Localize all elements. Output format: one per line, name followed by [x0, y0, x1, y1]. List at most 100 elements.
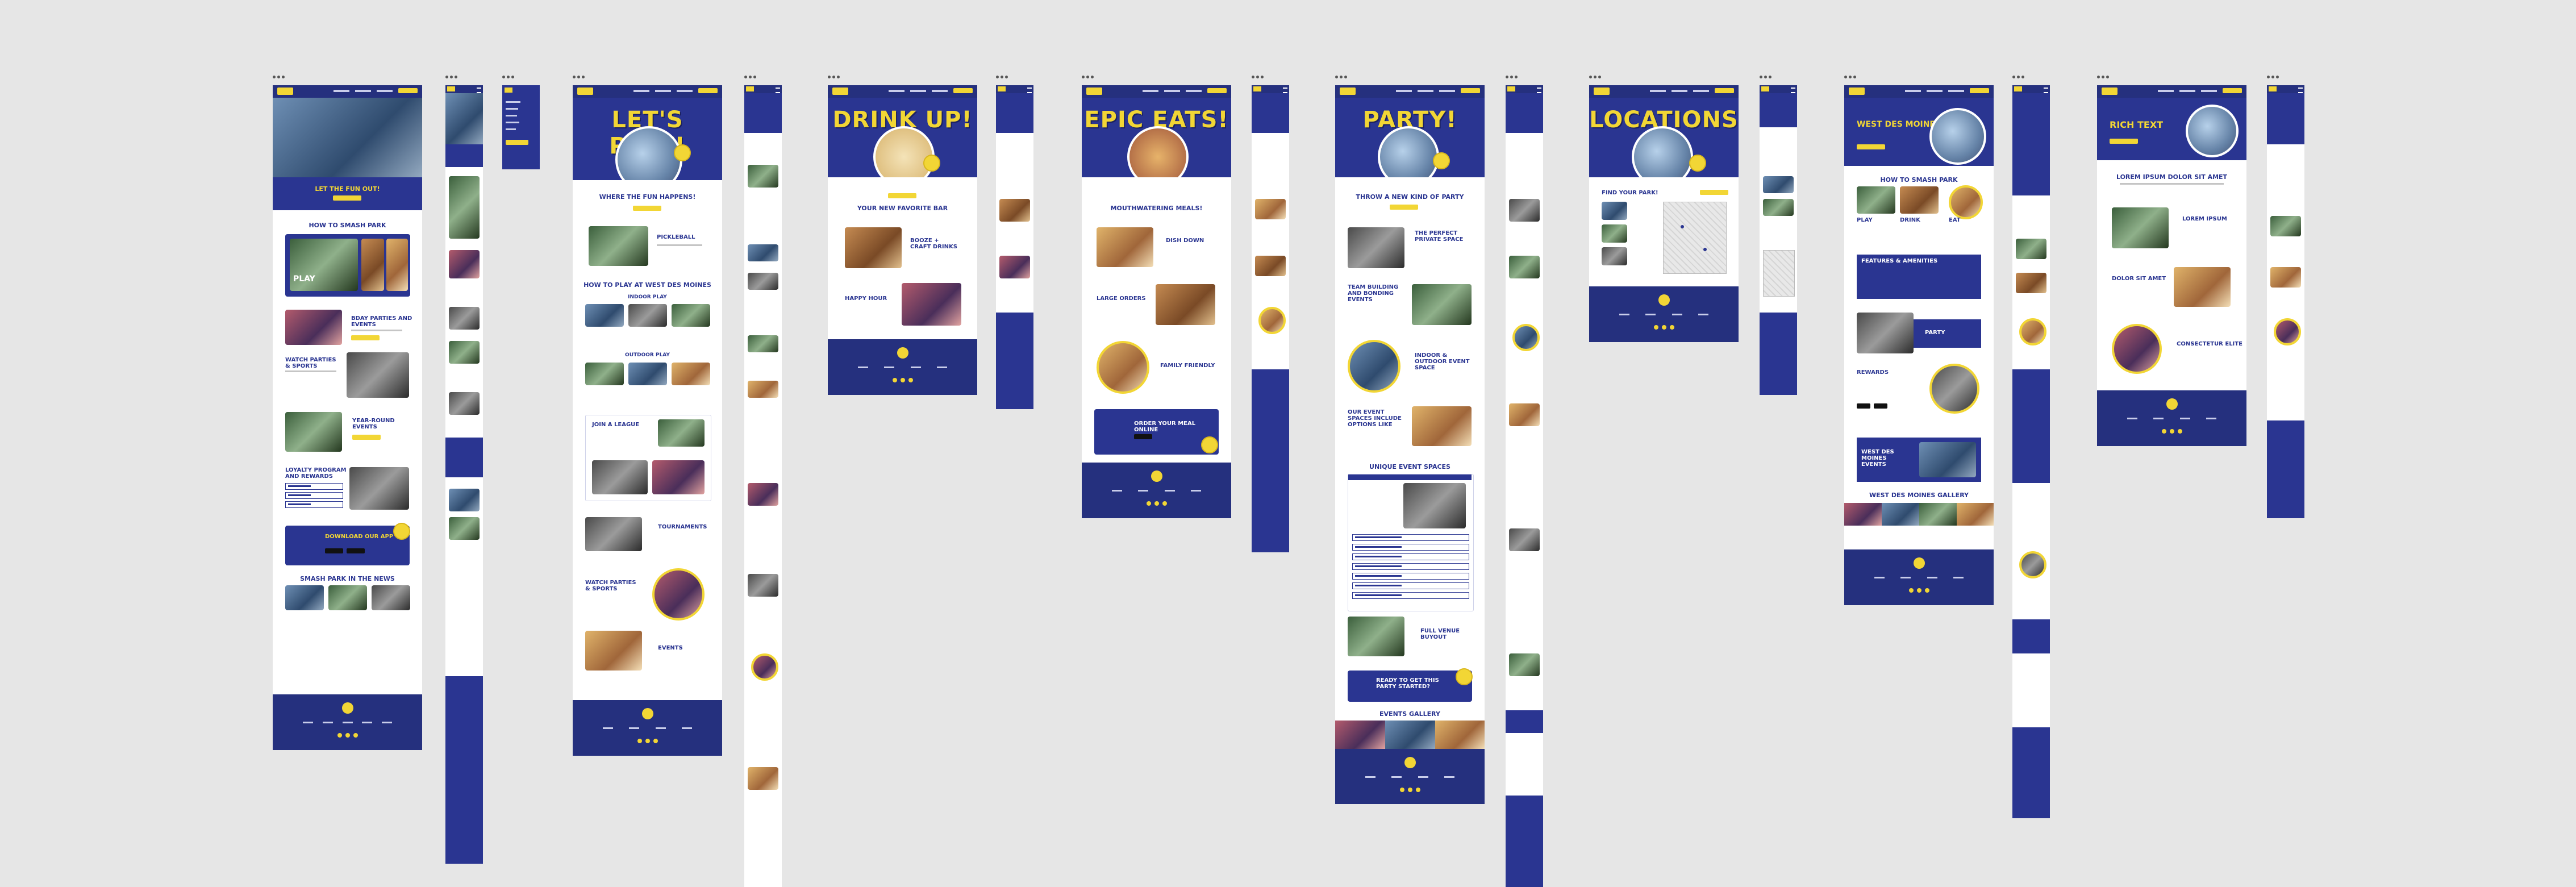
nav-link[interactable]	[334, 90, 349, 92]
logo[interactable]	[577, 88, 593, 95]
photo	[1763, 199, 1794, 216]
location-photo[interactable]	[1602, 202, 1627, 220]
list-item[interactable]	[285, 492, 343, 499]
gallery-photo[interactable]	[1919, 503, 1957, 526]
logo[interactable]	[2102, 88, 2118, 95]
drink-tile[interactable]	[361, 239, 384, 291]
book-button[interactable]	[1461, 88, 1480, 93]
location-photo[interactable]	[1602, 247, 1627, 265]
menu-icon[interactable]	[1027, 88, 1032, 93]
locations-map[interactable]	[1663, 202, 1727, 274]
cta-button[interactable]	[2110, 139, 2138, 144]
list-item[interactable]	[285, 501, 343, 508]
outdoor-card[interactable]	[628, 363, 667, 385]
accordion-item[interactable]	[1352, 534, 1469, 541]
gallery-photo[interactable]	[1435, 721, 1485, 749]
indoor-card[interactable]	[585, 304, 624, 327]
menu-item[interactable]	[506, 108, 518, 110]
news-photo[interactable]	[285, 585, 324, 610]
accordion-item[interactable]	[1352, 592, 1469, 599]
logo[interactable]	[1340, 88, 1356, 95]
logo[interactable]	[505, 88, 512, 93]
gallery-photo[interactable]	[1844, 503, 1882, 526]
menu-item[interactable]	[506, 115, 517, 116]
logo[interactable]	[1849, 88, 1865, 95]
team-heading: TEAM BUILDING AND BONDING EVENTS	[1348, 284, 1399, 303]
app-store-button[interactable]	[325, 548, 343, 553]
drink-mobile-artboard	[996, 85, 1033, 409]
menu-icon[interactable]	[1791, 88, 1795, 93]
book-button[interactable]	[1207, 88, 1227, 93]
accordion-item[interactable]	[1352, 573, 1469, 580]
gallery-photo[interactable]	[1385, 721, 1435, 749]
eat-tile[interactable]	[386, 239, 408, 291]
happy-hour-heading: HAPPY HOUR	[845, 295, 887, 302]
menu-icon[interactable]	[2298, 88, 2303, 93]
book-button[interactable]	[1970, 88, 1989, 93]
twitter-icon[interactable]	[353, 733, 358, 738]
app-store-button[interactable]	[1134, 434, 1152, 439]
logo[interactable]	[277, 88, 293, 95]
learn-more-button[interactable]	[352, 435, 381, 440]
watch-photo	[652, 568, 705, 621]
gallery-photo[interactable]	[1957, 503, 1994, 526]
book-button[interactable]	[1857, 144, 1885, 149]
nav-link[interactable]	[377, 90, 393, 92]
news-photo[interactable]	[372, 585, 410, 610]
menu-icon[interactable]	[477, 88, 481, 93]
list-item[interactable]	[285, 483, 343, 490]
book-button[interactable]	[506, 140, 528, 145]
map-pin-icon[interactable]	[1681, 225, 1684, 228]
logo[interactable]	[1086, 88, 1102, 95]
book-button[interactable]	[633, 206, 661, 211]
photo	[748, 483, 778, 506]
menu-item[interactable]	[506, 128, 516, 130]
book-button[interactable]	[698, 88, 718, 93]
facebook-icon[interactable]	[337, 733, 342, 738]
google-play-button[interactable]	[347, 548, 365, 553]
google-play-button[interactable]	[1874, 403, 1887, 409]
logo[interactable]	[832, 88, 848, 95]
photo	[748, 273, 778, 290]
book-button[interactable]	[1715, 88, 1734, 93]
logo[interactable]	[1594, 88, 1610, 95]
menu-icon[interactable]	[1537, 88, 1541, 93]
inquire-button[interactable]	[1390, 205, 1418, 210]
gallery-photo[interactable]	[1882, 503, 1919, 526]
hero-photo	[1127, 126, 1189, 177]
location-photo[interactable]	[1602, 224, 1627, 243]
menu-icon[interactable]	[776, 88, 780, 93]
menu-item[interactable]	[506, 122, 519, 123]
map-pin-icon[interactable]	[1703, 248, 1707, 251]
accordion-header[interactable]	[1348, 474, 1472, 480]
menu-icon[interactable]	[2044, 88, 2048, 93]
menu-icon[interactable]	[1283, 88, 1287, 93]
accordion-item[interactable]	[1352, 563, 1469, 570]
site-footer	[1335, 749, 1485, 804]
indoor-card[interactable]	[672, 304, 710, 327]
book-button[interactable]	[2223, 88, 2242, 93]
app-store-button[interactable]	[1857, 403, 1870, 409]
dish-heading: DISH DOWN	[1166, 238, 1204, 244]
accordion-item[interactable]	[1352, 544, 1469, 551]
locations-map[interactable]	[1763, 250, 1795, 297]
menu-button[interactable]	[888, 193, 916, 198]
logo[interactable]	[447, 86, 455, 91]
learn-more-button[interactable]	[351, 335, 380, 340]
where-heading: WHERE THE FUN HAPPENS!	[599, 193, 696, 201]
gallery-photo[interactable]	[1335, 721, 1385, 749]
hero	[1506, 93, 1543, 133]
nav-link[interactable]	[355, 90, 371, 92]
accordion-item[interactable]	[1352, 553, 1469, 560]
cta-button[interactable]	[333, 195, 361, 201]
menu-item[interactable]	[506, 101, 520, 103]
news-photo[interactable]	[328, 585, 367, 610]
book-button[interactable]	[398, 88, 418, 93]
outdoor-card[interactable]	[672, 363, 710, 385]
indoor-card[interactable]	[628, 304, 667, 327]
outdoor-card[interactable]	[585, 363, 624, 385]
search-button[interactable]	[1700, 190, 1728, 195]
accordion-item[interactable]	[1352, 582, 1469, 589]
instagram-icon[interactable]	[345, 733, 350, 738]
book-button[interactable]	[953, 88, 973, 93]
